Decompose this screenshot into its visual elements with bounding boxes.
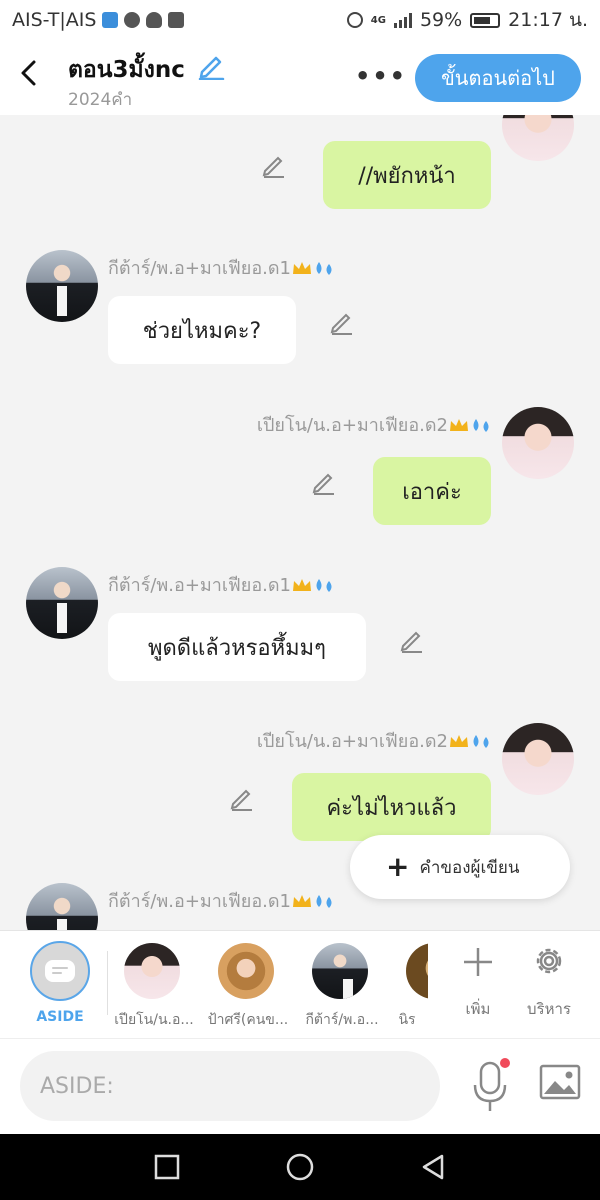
add-character-button[interactable]: เพิ่ม xyxy=(443,931,513,1039)
sender-name: กีต้าร์/พ.อ+มาเฟียอ.ด1 xyxy=(108,570,335,599)
edit-message-icon[interactable] xyxy=(260,150,288,178)
home-icon[interactable] xyxy=(285,1152,315,1182)
character-item[interactable]: นิร xyxy=(386,931,428,1039)
clock: 21:17 น. xyxy=(508,9,588,31)
manage-label: บริหาร xyxy=(527,1000,571,1018)
recent-apps-icon[interactable] xyxy=(152,1152,182,1182)
sweat-droplets-icon xyxy=(316,895,332,908)
back-icon[interactable] xyxy=(14,56,42,90)
carrier-text: AIS-T|AIS xyxy=(12,9,97,31)
message-bubble[interactable]: ช่วยไหมคะ? xyxy=(108,296,296,364)
message-bubble[interactable]: ค่ะไม่ไหวแล้ว xyxy=(292,773,491,841)
avatar xyxy=(218,943,274,999)
aside-avatar xyxy=(30,941,90,1001)
gear-icon xyxy=(536,948,562,974)
message-input[interactable]: ASIDE: xyxy=(20,1051,440,1121)
add-label: เพิ่ม xyxy=(465,1000,491,1018)
sender-name: เปียโน/น.อ+มาเฟียอ.ด2 xyxy=(257,726,492,755)
sweat-droplets-icon xyxy=(316,579,332,592)
alarm-icon xyxy=(346,12,363,28)
image-icon[interactable] xyxy=(538,1061,582,1105)
avatar[interactable] xyxy=(502,115,574,161)
next-step-button[interactable]: ขั้นตอนต่อไป xyxy=(415,54,581,102)
plus-icon: + xyxy=(386,850,410,883)
author-note-button[interactable]: + คำของผู้เขียน xyxy=(350,835,570,899)
microphone-icon[interactable] xyxy=(468,1057,512,1117)
character-item[interactable]: กีต้าร์/พ.อ... xyxy=(292,931,392,1039)
sweat-droplets-icon xyxy=(473,419,489,432)
chat-area: //พยักหน้า กีต้าร์/พ.อ+มาเฟียอ.ด1 ช่วยไห… xyxy=(0,115,600,930)
header: ตอน3มั้งnc 2024คำ ••• ขั้นตอนต่อไป xyxy=(0,40,600,115)
avatar xyxy=(406,943,428,999)
message-bubble[interactable]: //พยักหน้า xyxy=(323,141,491,209)
edit-message-icon[interactable] xyxy=(310,467,338,495)
avatar[interactable] xyxy=(26,567,98,639)
edit-message-icon[interactable] xyxy=(228,783,256,811)
character-item[interactable]: ป้าศรี(คนข... xyxy=(198,931,298,1039)
messenger-icon xyxy=(124,12,141,28)
avatar[interactable] xyxy=(502,407,574,479)
network-type: 4G xyxy=(370,14,386,26)
character-label: นิร xyxy=(398,1012,416,1028)
cloud-icon xyxy=(146,12,163,28)
manage-button[interactable]: บริหาร xyxy=(514,931,584,1039)
crown-icon xyxy=(293,579,311,591)
sender-name: กีต้าร์/พ.อ+มาเฟียอ.ด1 xyxy=(108,253,335,282)
battery-icon xyxy=(470,12,501,28)
page-title: ตอน3มั้งnc xyxy=(68,57,185,83)
message-bubble[interactable]: เอาค่ะ xyxy=(373,457,491,525)
message-bubble[interactable]: พูดดีแล้วหรอหึ้มมๆ xyxy=(108,613,366,681)
speech-bubble-icon xyxy=(45,960,75,982)
aside-label: ASIDE xyxy=(36,1009,84,1025)
character-bar: ASIDE เปียโน/น.อ... ป้าศรี(คนข... กีต้าร… xyxy=(0,930,600,1038)
navigation-bar xyxy=(0,1134,600,1200)
avatar xyxy=(124,943,180,999)
plus-icon xyxy=(464,948,492,976)
avatar xyxy=(312,943,368,999)
shield-icon xyxy=(102,12,119,28)
word-count: 2024คำ xyxy=(68,90,133,110)
facebook-icon xyxy=(168,12,185,28)
sweat-droplets-icon xyxy=(473,735,489,748)
edit-title-icon[interactable] xyxy=(196,50,226,80)
character-label: ป้าศรี(คนข... xyxy=(207,1012,289,1028)
sender-name: กีต้าร์/พ.อ+มาเฟียอ.ด1 xyxy=(108,886,335,915)
avatar[interactable] xyxy=(502,723,574,795)
sender-name: เปียโน/น.อ+มาเฟียอ.ด2 xyxy=(257,410,492,439)
avatar[interactable] xyxy=(26,883,98,930)
back-nav-icon[interactable] xyxy=(418,1152,448,1182)
author-note-label: คำของผู้เขียน xyxy=(419,857,520,878)
status-bar: AIS-T|AIS 4G 59% 21:17 น. xyxy=(0,0,600,40)
character-item[interactable]: เปียโน/น.อ... xyxy=(104,931,204,1039)
signal-icon xyxy=(393,12,412,28)
crown-icon xyxy=(293,895,311,907)
more-menu-icon[interactable]: ••• xyxy=(355,62,407,90)
character-label: กีต้าร์/พ.อ... xyxy=(305,1012,379,1028)
aside-character[interactable]: ASIDE xyxy=(0,931,100,1039)
input-bar: ASIDE: xyxy=(0,1038,600,1134)
edit-message-icon[interactable] xyxy=(328,307,356,335)
avatar[interactable] xyxy=(26,250,98,322)
edit-message-icon[interactable] xyxy=(398,625,426,653)
sweat-droplets-icon xyxy=(316,262,332,275)
crown-icon xyxy=(450,419,468,431)
crown-icon xyxy=(450,735,468,747)
crown-icon xyxy=(293,262,311,274)
battery-percent: 59% xyxy=(419,9,463,31)
character-label: เปียโน/น.อ... xyxy=(114,1012,194,1028)
